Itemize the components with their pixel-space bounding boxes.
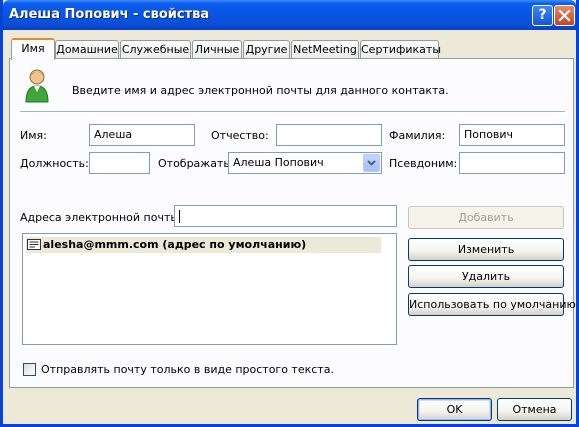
text-cursor [179, 209, 180, 223]
window-title: Алеша Попович - свойства [9, 7, 210, 22]
name-tab-panel: Введите имя и адрес электронной почты дл… [9, 58, 576, 388]
contact-person-icon [25, 69, 49, 103]
tab-other[interactable]: Другие [243, 40, 290, 59]
cancel-button[interactable]: Отмена [497, 398, 572, 421]
tab-netmeeting[interactable]: NetMeeting [291, 40, 359, 59]
first-name-field[interactable]: Алеша [89, 124, 195, 146]
plain-text-label: Отправлять почту только в виде простого … [41, 363, 334, 376]
close-button[interactable] [554, 5, 575, 26]
email-list[interactable]: alesha@mmm.com (адрес по умолчанию) [22, 233, 397, 345]
edit-button[interactable]: Изменить [408, 238, 564, 261]
email-label: Адреса электронной почты: [20, 211, 183, 224]
divider [20, 111, 565, 113]
tab-home[interactable]: Домашние [55, 40, 119, 59]
first-name-label: Имя: [20, 129, 47, 142]
close-icon [558, 9, 571, 22]
nickname-field[interactable] [459, 152, 565, 174]
add-button[interactable]: Добавить [408, 206, 564, 229]
tab-name[interactable]: Имя [11, 38, 55, 60]
tab-business[interactable]: Служебные [120, 40, 191, 59]
tab-certificates[interactable]: Сертификаты [360, 40, 441, 59]
question-mark-icon: ? [538, 7, 547, 23]
plain-text-checkbox[interactable] [23, 363, 36, 376]
chevron-down-icon [367, 160, 376, 166]
remove-button[interactable]: Удалить [408, 265, 564, 288]
display-as-combo[interactable]: Алеша Попович [228, 152, 382, 174]
nickname-label: Псевдоним: [389, 157, 458, 170]
display-as-label: Отображать: [158, 157, 234, 170]
email-entry-text: alesha@mmm.com (адрес по умолчанию) [43, 238, 307, 251]
set-default-button[interactable]: Использовать по умолчанию [408, 293, 576, 316]
ok-button[interactable]: OK [417, 398, 492, 421]
list-item[interactable]: alesha@mmm.com (адрес по умолчанию) [26, 237, 381, 253]
tab-personal[interactable]: Личные [192, 40, 242, 59]
email-card-icon [27, 239, 41, 250]
job-title-label: Должность: [20, 157, 89, 170]
email-input[interactable] [174, 205, 397, 227]
middle-name-label: Отчество: [211, 129, 269, 142]
title-bar[interactable]: Алеша Попович - свойства ? [3, 0, 576, 30]
help-button[interactable]: ? [532, 5, 553, 26]
intro-text: Введите имя и адрес электронной почты дл… [72, 84, 449, 97]
last-name-field[interactable]: Попович [459, 124, 565, 146]
middle-name-field[interactable] [276, 124, 382, 146]
display-as-value: Алеша Попович [233, 156, 324, 169]
last-name-label: Фамилия: [389, 129, 446, 142]
job-title-field[interactable] [89, 152, 150, 174]
properties-dialog: Алеша Попович - свойства ? Имя Домашние … [0, 0, 579, 427]
dropdown-button[interactable] [363, 154, 380, 172]
